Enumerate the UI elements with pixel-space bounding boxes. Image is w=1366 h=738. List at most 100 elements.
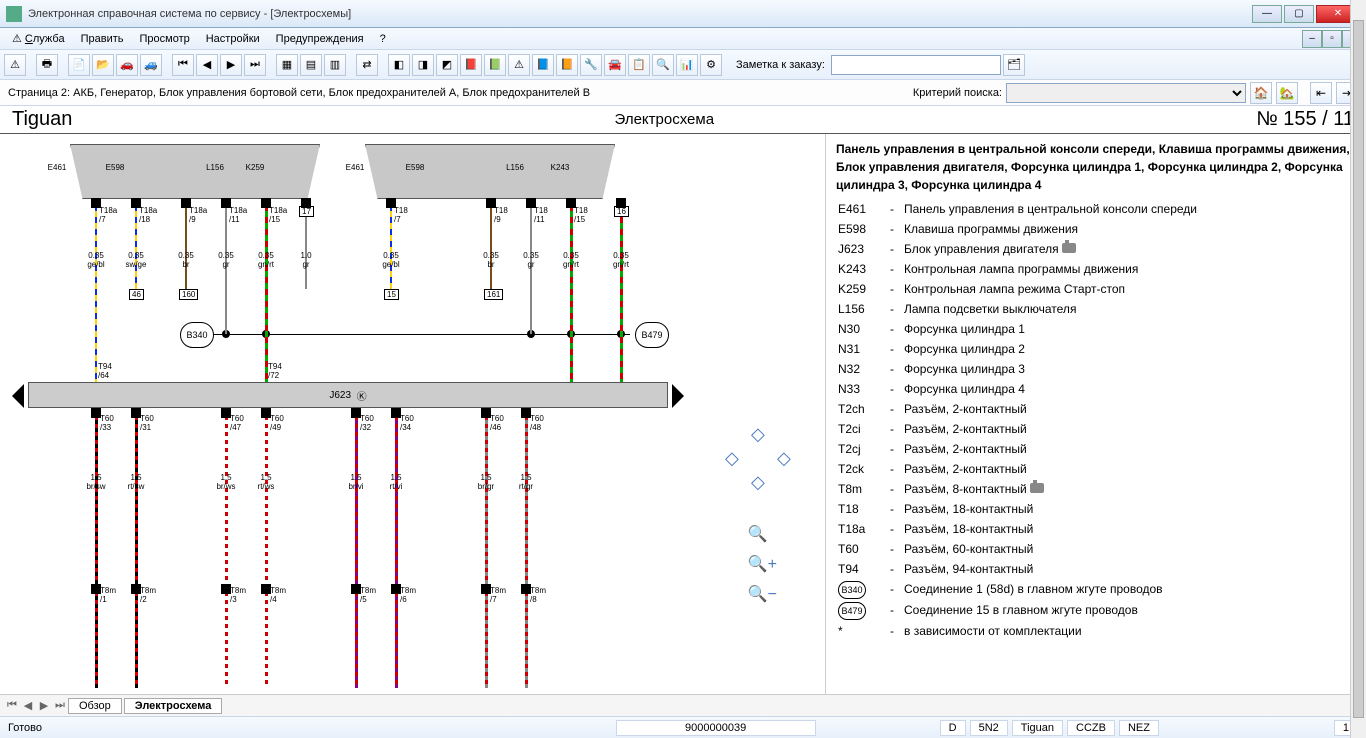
- nav-alt[interactable]: 🏡: [1276, 82, 1298, 104]
- tb-b11[interactable]: 📋: [628, 54, 650, 76]
- toolbar: ⚠ 🖶 📄 📂 🚗 🚙 ⏮ ◀ ▶ ⏭ ▦ ▤ ▥ ⇄ ◧ ◨ ◩ 📕 📗 ⚠ …: [0, 50, 1366, 80]
- maximize-button[interactable]: ▢: [1284, 5, 1314, 23]
- lbl-e598a: E598: [100, 164, 130, 173]
- j623-block: J623 Ⓚ: [28, 382, 668, 408]
- tb-b14[interactable]: ⚙: [700, 54, 722, 76]
- status-c5: NEZ: [1119, 720, 1159, 736]
- tab-next[interactable]: ▶: [36, 699, 52, 712]
- mdi-max[interactable]: ▫: [1322, 30, 1342, 48]
- menu-warnings[interactable]: Предупреждения: [268, 33, 372, 45]
- tb-a3[interactable]: ▥: [324, 54, 346, 76]
- status-c3: Tiguan: [1012, 720, 1063, 736]
- pan-down-icon[interactable]: ◇: [751, 472, 765, 493]
- page-number: № 155 / 11: [1256, 108, 1354, 131]
- tb-b10[interactable]: 🚘: [604, 54, 626, 76]
- zoom-controls: 🔍 🔍+ 🔍−: [748, 524, 777, 604]
- tb-prev[interactable]: ◀: [196, 54, 218, 76]
- tb-open[interactable]: 📂: [92, 54, 114, 76]
- wiring-diagram[interactable]: E461 E598 L156 K259 E461 E598 L156 K243 …: [0, 134, 826, 694]
- pan-up-icon[interactable]: ◇: [751, 424, 765, 445]
- node-b340: B340: [180, 322, 214, 348]
- tb-notebtn[interactable]: 🗂: [1003, 54, 1025, 76]
- lbl-l156b: L156: [500, 164, 530, 173]
- tab-prev[interactable]: ◀: [20, 699, 36, 712]
- lbl-k243: K243: [545, 164, 575, 173]
- tb-car2[interactable]: 🚙: [140, 54, 162, 76]
- pan-controls: ◇ ◇ ◇ ◇: [725, 424, 795, 494]
- node-b479: B479: [635, 322, 669, 348]
- tb-b7[interactable]: 📘: [532, 54, 554, 76]
- note-input[interactable]: [831, 55, 1001, 75]
- legend-title: Панель управления в центральной консоли …: [836, 140, 1356, 194]
- tb-first[interactable]: ⏮: [172, 54, 194, 76]
- tb-a1[interactable]: ▦: [276, 54, 298, 76]
- statusbar: Готово 9000000039 D 5N2 Tiguan CCZB NEZ …: [0, 716, 1366, 738]
- mdi-min[interactable]: –: [1302, 30, 1322, 48]
- tab-schematic[interactable]: Электросхема: [124, 698, 223, 714]
- nav-right-arrow[interactable]: [672, 384, 684, 408]
- tb-b13[interactable]: 📊: [676, 54, 698, 76]
- vehicle-model: Tiguan: [12, 108, 72, 131]
- zoom-out-icon[interactable]: 🔍−: [748, 584, 777, 604]
- tb-book[interactable]: 📕: [460, 54, 482, 76]
- note-label: Заметка к заказу:: [736, 59, 825, 71]
- tb-warn2[interactable]: ⚠: [508, 54, 530, 76]
- busline: [180, 334, 630, 335]
- tb-b9[interactable]: 🔧: [580, 54, 602, 76]
- nav-left-arrow[interactable]: [12, 384, 24, 408]
- status-ordernum: 9000000039: [616, 720, 816, 736]
- tb-b3[interactable]: ◩: [436, 54, 458, 76]
- nav-home[interactable]: 🏠: [1250, 82, 1272, 104]
- tab-first[interactable]: ⏮: [4, 699, 20, 712]
- tabbar: ⏮ ◀ ▶ ⏭ Обзор Электросхема: [0, 694, 1366, 716]
- pin-t94a: T94 /64: [98, 362, 112, 380]
- nav-back[interactable]: ⇤: [1310, 82, 1332, 104]
- menubar: ⚠ Служба Править Просмотр Настройки Пред…: [0, 28, 1366, 50]
- tb-print[interactable]: 🖶: [36, 54, 58, 76]
- status-ready: Готово: [8, 722, 42, 734]
- pin-t94b: T94 /72: [268, 362, 282, 380]
- tb-b12[interactable]: 🔍: [652, 54, 674, 76]
- pan-right-icon[interactable]: ◇: [777, 448, 791, 469]
- menu-edit[interactable]: Править: [73, 33, 132, 45]
- doc-title: Электросхема: [72, 111, 1256, 128]
- window-title: Электронная справочная система по сервис…: [28, 8, 1252, 20]
- lbl-e598b: E598: [400, 164, 430, 173]
- menu-settings[interactable]: Настройки: [198, 33, 268, 45]
- status-c4: CCZB: [1067, 720, 1115, 736]
- search-label: Критерий поиска:: [913, 87, 1002, 99]
- legend-panel: Панель управления в центральной консоли …: [826, 134, 1366, 694]
- infobar: Страница 2: АКБ, Генератор, Блок управле…: [0, 80, 1366, 106]
- tb-car1[interactable]: 🚗: [116, 54, 138, 76]
- tb-b5[interactable]: 📗: [484, 54, 506, 76]
- tb-next[interactable]: ▶: [220, 54, 242, 76]
- zoom-in-icon[interactable]: 🔍+: [748, 554, 777, 574]
- search-combo[interactable]: [1006, 83, 1246, 103]
- menu-help[interactable]: ?: [372, 33, 394, 45]
- legend-table: E461-Панель управления в центральной кон…: [836, 198, 1205, 642]
- tb-new[interactable]: 📄: [68, 54, 90, 76]
- menu-view[interactable]: Просмотр: [131, 33, 197, 45]
- menu-service[interactable]: ⚠ Служба: [4, 32, 73, 45]
- tab-overview[interactable]: Обзор: [68, 698, 122, 714]
- tb-last[interactable]: ⏭: [244, 54, 266, 76]
- lbl-e461b: E461: [340, 164, 370, 173]
- lbl-k259: K259: [240, 164, 270, 173]
- scrollbar[interactable]: [1350, 134, 1366, 694]
- pan-left-icon[interactable]: ◇: [725, 448, 739, 469]
- page-description: Страница 2: АКБ, Генератор, Блок управле…: [8, 87, 913, 99]
- minimize-button[interactable]: —: [1252, 5, 1282, 23]
- doc-header: Tiguan Электросхема № 155 / 11: [0, 106, 1366, 134]
- status-c1: D: [940, 720, 966, 736]
- lbl-l156a: L156: [200, 164, 230, 173]
- tb-a2[interactable]: ▤: [300, 54, 322, 76]
- tb-b2[interactable]: ◨: [412, 54, 434, 76]
- app-icon: [6, 6, 22, 22]
- tab-last[interactable]: ⏭: [52, 699, 68, 712]
- tb-b1[interactable]: ◧: [388, 54, 410, 76]
- tb-b8[interactable]: 📙: [556, 54, 578, 76]
- lbl-e461a: E461: [42, 164, 72, 173]
- tb-warn[interactable]: ⚠: [4, 54, 26, 76]
- tb-swap[interactable]: ⇄: [356, 54, 378, 76]
- zoom-fit-icon[interactable]: 🔍: [748, 524, 777, 544]
